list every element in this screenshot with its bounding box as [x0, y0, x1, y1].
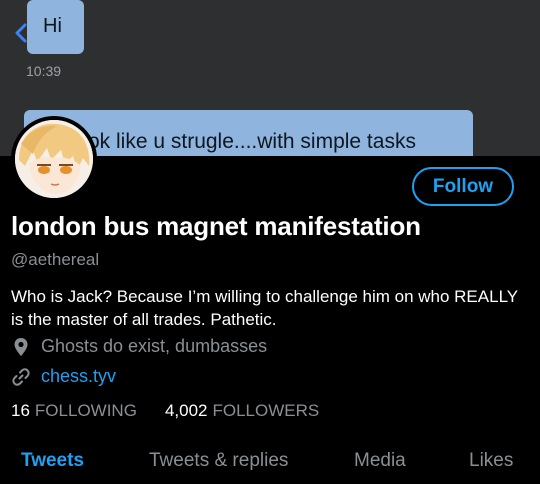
followers-label: FOLLOWERS	[212, 401, 320, 420]
profile-stats: 16 FOLLOWING 4,002 FOLLOWERS	[11, 401, 319, 421]
avatar[interactable]	[11, 116, 97, 202]
user-handle: @aethereal	[11, 250, 100, 269]
chat-bubble-hi: Hi	[27, 0, 84, 54]
location-text: Ghosts do exist, dumbasses	[41, 336, 268, 356]
following-stat[interactable]: 16 FOLLOWING	[11, 401, 137, 421]
chat-bubble-hi-text: Hi	[43, 15, 62, 37]
followers-stat[interactable]: 4,002 FOLLOWERS	[165, 401, 319, 421]
tab-tweets-and-replies[interactable]: Tweets & replies	[149, 450, 288, 472]
website-link[interactable]: chess.tyv	[41, 366, 116, 387]
profile-bio: Who is Jack? Because I’m willing to chal…	[11, 287, 518, 329]
following-count: 16	[11, 401, 30, 420]
chat-bubble-message-text: ok like u strugle....with simple tasks	[88, 130, 416, 153]
map-pin-icon	[14, 337, 28, 356]
avatar-illustration	[15, 120, 93, 198]
display-name: london bus magnet manifestation	[11, 211, 421, 241]
followers-count: 4,002	[164, 401, 208, 420]
tab-likes[interactable]: Likes	[469, 450, 513, 472]
tab-media[interactable]: Media	[354, 450, 406, 472]
link-icon	[12, 367, 30, 386]
following-label: FOLLOWING	[34, 401, 137, 420]
website-row: chess.tyv	[11, 366, 116, 387]
follow-button[interactable]: Follow	[412, 167, 514, 206]
tab-tweets[interactable]: Tweets	[21, 450, 84, 472]
chat-timestamp: 10:39	[26, 63, 62, 79]
profile-tabs: Tweets Tweets & replies Media Likes	[0, 438, 540, 484]
location-row: Ghosts do exist, dumbasses	[11, 336, 267, 357]
